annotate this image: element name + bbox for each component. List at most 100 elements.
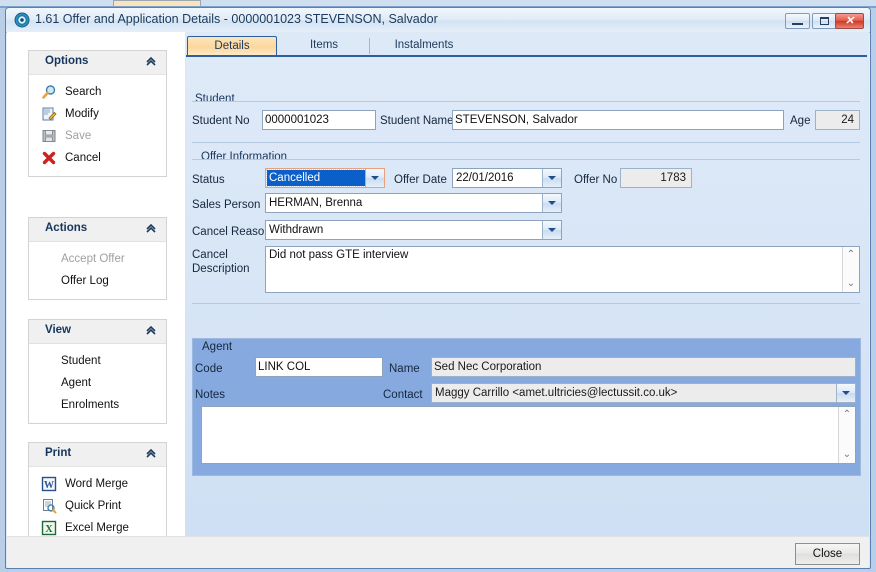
task-group-actions-header[interactable]: Actions	[29, 218, 166, 242]
agent-notes-scrollbar[interactable]: ⌃ ⌄	[838, 407, 855, 463]
agent-notes-textarea[interactable]: ⌃ ⌄	[201, 406, 856, 464]
cancel-description-textarea[interactable]: Did not pass GTE interview ⌃ ⌄	[265, 246, 860, 293]
status-label: Status	[192, 174, 225, 186]
cancel-description-scrollbar[interactable]: ⌃ ⌄	[842, 247, 859, 292]
offer-date-value: 22/01/2016	[456, 169, 541, 187]
task-group-print-title: Print	[45, 447, 71, 459]
chevron-down-icon[interactable]	[542, 194, 561, 212]
offer-no-value: 1783	[620, 168, 692, 188]
task-item-word-merge-label: Word Merge	[65, 478, 128, 490]
task-group-options-header[interactable]: Options	[29, 51, 166, 75]
tab-items-label: Items	[310, 39, 338, 51]
task-item-agent-label: Agent	[61, 377, 91, 389]
student-no-label: Student No	[192, 115, 250, 127]
task-item-student[interactable]: Student	[29, 350, 166, 372]
chevron-down-icon[interactable]	[542, 221, 561, 239]
task-item-save-label: Save	[65, 130, 91, 142]
task-item-enrolments[interactable]: Enrolments	[29, 394, 166, 416]
tab-instalments-label: Instalments	[395, 39, 454, 51]
cancel-reason-combo[interactable]: Withdrawn	[265, 220, 562, 240]
chevron-up-icon[interactable]	[145, 222, 157, 234]
task-item-modify-label: Modify	[65, 108, 99, 120]
scroll-down-icon[interactable]: ⌄	[839, 448, 855, 462]
agent-name-value: Sed Nec Corporation	[431, 357, 856, 377]
task-group-view: View Student Agent Enrolments	[28, 319, 167, 424]
chevron-down-icon[interactable]	[836, 384, 855, 402]
floppy-disk-icon	[41, 128, 57, 144]
status-value: Cancelled	[267, 170, 365, 186]
scroll-up-icon[interactable]: ⌃	[843, 248, 859, 262]
offer-date-label: Offer Date	[394, 174, 447, 186]
cancel-reason-label: Cancel Reason	[192, 226, 271, 238]
scroll-down-icon[interactable]: ⌄	[843, 277, 859, 291]
tab-instalments[interactable]: Instalments	[371, 36, 477, 56]
details-panel: Details Items Instalments Student Studen…	[185, 32, 869, 536]
task-item-accept-offer: Accept Offer	[29, 248, 166, 270]
task-item-student-label: Student	[61, 355, 101, 367]
task-group-actions-title: Actions	[45, 222, 87, 234]
task-item-accept-offer-label: Accept Offer	[61, 253, 125, 265]
tab-items[interactable]: Items	[279, 36, 369, 56]
minimize-button[interactable]	[785, 13, 810, 29]
agent-contact-label: Contact	[383, 389, 423, 401]
task-group-options: Options Search	[28, 50, 167, 177]
task-item-cancel[interactable]: Cancel	[29, 147, 166, 169]
agent-notes-label: Notes	[195, 389, 225, 401]
details-form: Student Student No 0000001023 Student Na…	[186, 57, 867, 531]
cancel-reason-value: Withdrawn	[269, 221, 541, 239]
offer-date-picker[interactable]: 22/01/2016	[452, 168, 562, 188]
age-value: 24	[815, 110, 860, 130]
agent-code-input[interactable]: LINK COL	[255, 357, 383, 377]
chevron-up-icon[interactable]	[145, 447, 157, 459]
agent-section-legend: Agent	[199, 341, 235, 353]
scroll-up-icon[interactable]: ⌃	[839, 408, 855, 422]
task-pane: Options Search	[7, 32, 185, 536]
tab-separator	[369, 38, 370, 54]
agent-contact-combo[interactable]: Maggy Carrillo <amet.ultricies@lectussit…	[431, 383, 856, 403]
title-bar[interactable]: 1.61 Offer and Application Details - 000…	[6, 8, 870, 33]
close-window-button[interactable]: ✕	[835, 13, 864, 29]
quick-print-icon	[41, 498, 57, 514]
task-item-enrolments-label: Enrolments	[61, 399, 119, 411]
tab-details-label: Details	[214, 40, 249, 52]
task-group-view-title: View	[45, 324, 71, 336]
cancel-description-label-line2: Description	[192, 263, 250, 275]
student-name-input[interactable]: STEVENSON, Salvador	[452, 110, 784, 130]
student-name-label: Student Name	[380, 115, 454, 127]
sales-person-label: Sales Person	[192, 199, 260, 211]
window-title: 1.61 Offer and Application Details - 000…	[35, 12, 438, 26]
minimize-icon	[792, 23, 803, 25]
task-group-view-header[interactable]: View	[29, 320, 166, 344]
maximize-button[interactable]	[812, 13, 837, 29]
cancel-description-value: Did not pass GTE interview	[269, 249, 408, 261]
task-item-word-merge[interactable]: W Word Merge	[29, 473, 166, 495]
task-item-offer-log[interactable]: Offer Log	[29, 270, 166, 292]
chevron-up-icon[interactable]	[145, 324, 157, 336]
chevron-up-icon[interactable]	[145, 55, 157, 67]
chevron-down-icon[interactable]	[542, 169, 561, 187]
task-group-print-header[interactable]: Print	[29, 443, 166, 467]
tab-strip: Details Items Instalments	[186, 36, 868, 56]
task-group-actions: Actions Accept Offer Offer Log	[28, 217, 167, 300]
task-group-print: Print W Word Merge	[28, 442, 167, 547]
app-icon	[14, 12, 30, 28]
word-icon: W	[41, 476, 57, 492]
agent-contact-value: Maggy Carrillo <amet.ultricies@lectussit…	[435, 384, 835, 402]
sales-person-value: HERMAN, Brenna	[269, 194, 541, 212]
sales-person-combo[interactable]: HERMAN, Brenna	[265, 193, 562, 213]
student-no-input[interactable]: 0000001023	[262, 110, 376, 130]
task-item-search[interactable]: Search	[29, 81, 166, 103]
chevron-down-icon[interactable]	[365, 169, 384, 187]
task-item-agent[interactable]: Agent	[29, 372, 166, 394]
close-button[interactable]: Close	[795, 543, 860, 565]
task-item-quick-print[interactable]: Quick Print	[29, 495, 166, 517]
task-group-print-body: W Word Merge	[29, 467, 166, 546]
task-item-excel-merge-label: Excel Merge	[65, 522, 129, 534]
task-item-modify[interactable]: Modify	[29, 103, 166, 125]
task-group-view-body: Student Agent Enrolments	[29, 344, 166, 423]
task-item-save: Save	[29, 125, 166, 147]
red-x-icon	[41, 150, 57, 166]
tab-details[interactable]: Details	[187, 36, 277, 56]
status-combo[interactable]: Cancelled	[265, 168, 385, 188]
agent-name-label: Name	[389, 363, 420, 375]
